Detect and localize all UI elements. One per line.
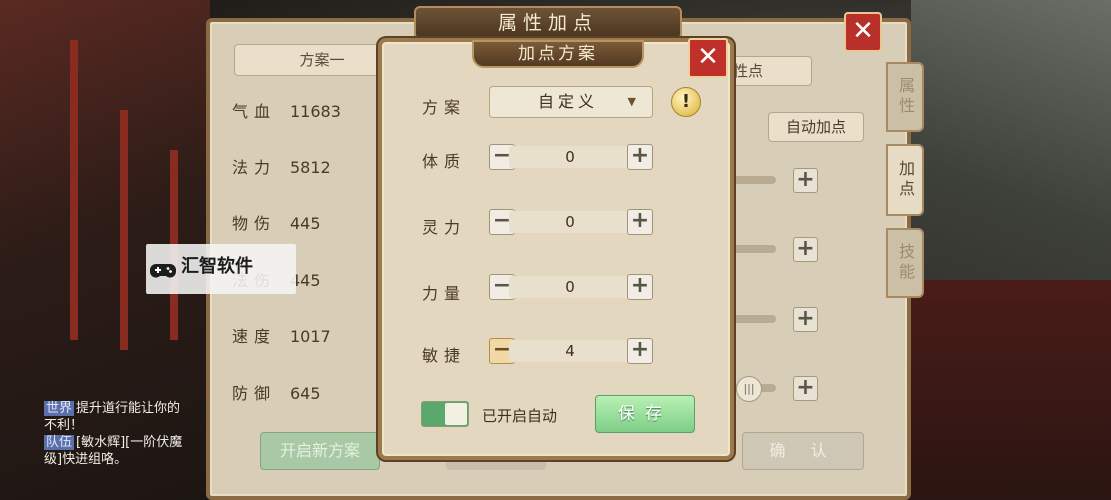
stat-value: 11683 <box>290 102 341 121</box>
chat-channel-tag: 队伍 <box>44 435 75 450</box>
watermark-text: 汇智软件 <box>181 256 253 277</box>
stepper-value: 0 <box>509 276 631 298</box>
stat-row-defense: 防御 645 <box>232 380 321 406</box>
plus-button[interactable]: + <box>627 338 653 364</box>
right-plus-button[interactable]: + <box>793 237 818 262</box>
tab-attributes[interactable]: 属性 <box>886 62 924 132</box>
strength-stepper[interactable]: − 0 + <box>489 274 653 300</box>
slider-handle[interactable]: ||| <box>736 376 762 402</box>
attribute-label-strength: 力量 <box>422 284 467 303</box>
chat-line: 世界 提升道行能让你的 <box>44 400 214 417</box>
stat-label: 物伤 <box>232 214 277 233</box>
plus-button[interactable]: + <box>627 209 653 235</box>
attribute-bar <box>730 315 776 323</box>
plus-button[interactable]: + <box>627 144 653 170</box>
plan-select-value: 自定义 <box>538 92 599 111</box>
attribute-points-tab[interactable]: 性点 <box>730 56 812 86</box>
attribute-label-constitution: 体质 <box>422 152 467 171</box>
attribute-label-agility: 敏捷 <box>422 346 467 365</box>
chat-text: 提升道行能让你的 <box>76 401 181 416</box>
chat-panel[interactable]: 世界 提升道行能让你的 不利！ 队伍 [敏水辉][一阶伏魔 级]快进组咯。 <box>44 400 214 490</box>
right-plus-button[interactable]: + <box>793 168 818 193</box>
chat-channel-tag: 世界 <box>44 401 75 416</box>
stepper-value: 4 <box>509 340 631 362</box>
chat-text: 不利！ <box>44 418 84 433</box>
stat-value: 445 <box>290 214 321 233</box>
stat-label: 速度 <box>232 327 277 346</box>
watermark: 汇智软件 <box>146 244 296 294</box>
stat-row-mp: 法力 5812 <box>232 154 331 180</box>
window-title: 属性加点 <box>414 6 682 40</box>
tab-add-points[interactable]: 加点 <box>886 144 924 216</box>
constitution-stepper[interactable]: − 0 + <box>489 144 653 170</box>
info-warning-icon[interactable]: ! <box>671 87 701 117</box>
stat-row-physical-damage: 物伤 445 <box>232 210 321 236</box>
chat-line: 级]快进组咯。 <box>44 451 214 468</box>
chat-text: [敏水辉][一阶伏魔 <box>76 435 183 450</box>
chat-line: 不利！ <box>44 417 214 434</box>
confirm-button[interactable]: 确 认 <box>742 432 864 470</box>
attribute-bar <box>730 176 776 184</box>
stat-label: 法力 <box>232 158 277 177</box>
stepper-value: 0 <box>509 146 631 168</box>
stat-value: 1017 <box>290 327 331 346</box>
right-plus-button[interactable]: + <box>793 376 818 401</box>
spirit-stepper[interactable]: − 0 + <box>489 209 653 235</box>
open-new-plan-button[interactable]: 开启新方案 <box>260 432 380 470</box>
gamepad-icon <box>150 264 176 278</box>
red-pillar <box>120 110 128 350</box>
attribute-label-spirit: 灵力 <box>422 218 467 237</box>
tab-skills[interactable]: 技能 <box>886 228 924 298</box>
agility-stepper[interactable]: − 4 + <box>489 338 653 364</box>
red-pillar <box>70 40 78 340</box>
auto-enabled-label: 已开启自动 <box>482 407 558 425</box>
attribute-bar <box>730 245 776 253</box>
window-close-button[interactable]: ✕ <box>844 12 882 52</box>
chat-line: 队伍 [敏水辉][一阶伏魔 <box>44 434 214 451</box>
stat-label: 气血 <box>232 102 277 121</box>
auto-add-points-button[interactable]: 自动加点 <box>768 112 864 142</box>
stepper-value: 0 <box>509 211 631 233</box>
modal-title: 加点方案 <box>472 40 644 68</box>
right-building-roof <box>891 280 1111 500</box>
save-button[interactable]: 保存 <box>595 395 695 433</box>
stat-row-hp: 气血 11683 <box>232 98 341 124</box>
plus-button[interactable]: + <box>627 274 653 300</box>
stat-label: 防御 <box>232 384 277 403</box>
modal-close-button[interactable]: ✕ <box>688 38 728 78</box>
chat-text: 级]快进组咯。 <box>44 452 128 467</box>
stat-row-speed: 速度 1017 <box>232 323 331 349</box>
toggle-knob <box>445 403 467 425</box>
auto-toggle-switch[interactable] <box>421 401 469 427</box>
plan-select-dropdown[interactable]: 自定义 ▼ <box>489 86 653 118</box>
stat-value: 645 <box>290 384 321 403</box>
plan-label: 方案 <box>422 98 467 117</box>
right-plus-button[interactable]: + <box>793 307 818 332</box>
dropdown-arrow-icon: ▼ <box>627 95 636 108</box>
stat-value: 5812 <box>290 158 331 177</box>
